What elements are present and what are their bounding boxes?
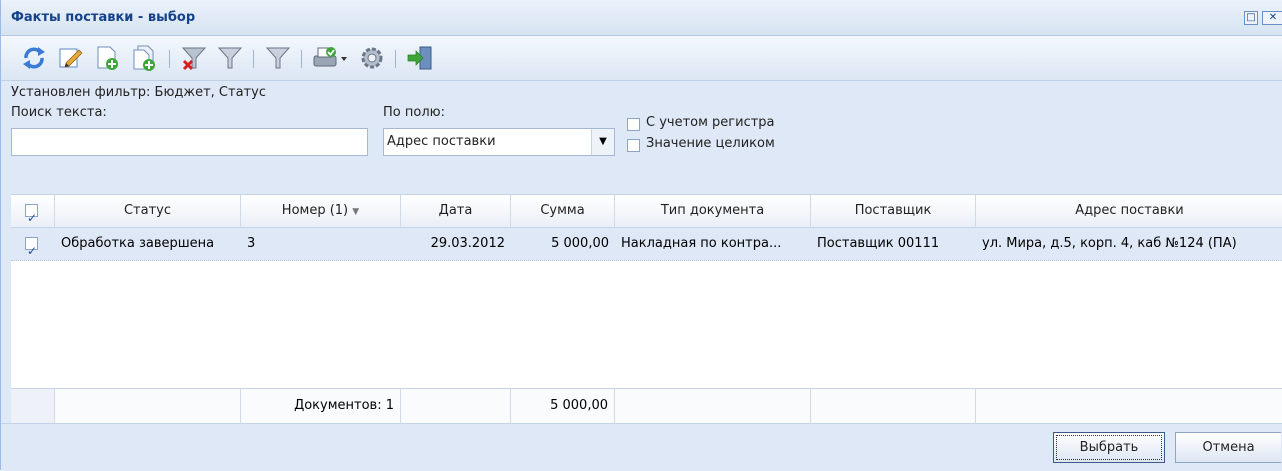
row-select-cell[interactable] <box>11 228 55 260</box>
select-all-cell[interactable] <box>11 195 55 234</box>
button-bar: Выбрать Отмена <box>1 423 1282 471</box>
column-doc-type[interactable]: Тип документа <box>615 195 811 227</box>
table-row[interactable]: Обработка завершена 3 29.03.2012 5 000,0… <box>11 228 1282 261</box>
cancel-button[interactable]: Отмена <box>1175 432 1281 463</box>
window-title: Факты поставки - выбор <box>11 10 196 25</box>
column-number[interactable]: Номер (1) ▼ <box>241 195 401 227</box>
filter-icon[interactable] <box>215 44 245 72</box>
column-status[interactable]: Статус <box>55 195 241 227</box>
cell-doc-type: Накладная по контра... <box>621 236 782 251</box>
cell-address: ул. Мира, д.5, корп. 4, каб №124 (ПА) <box>982 236 1237 251</box>
exit-icon[interactable] <box>405 44 435 72</box>
settings-icon[interactable] <box>357 44 387 72</box>
row-checkbox[interactable] <box>25 235 38 260</box>
footer-status <box>55 389 241 423</box>
cell-number: 3 <box>247 236 256 251</box>
documents-grid: Статус Номер (1) ▼ Дата Сумма Тип докуме… <box>11 194 1282 423</box>
cell-status: Обработка завершена <box>61 236 215 251</box>
copy-document-icon[interactable] <box>129 44 159 72</box>
field-select-value: Адрес поставки <box>387 134 496 149</box>
sort-desc-icon: ▼ <box>352 207 360 217</box>
search-label: Поиск текста: <box>11 105 107 120</box>
select-all-checkbox[interactable] <box>25 202 38 234</box>
case-sensitive-label: С учетом регистра <box>646 115 775 130</box>
case-sensitive-checkbox[interactable] <box>627 118 640 131</box>
title-bar[interactable]: Факты поставки - выбор □ ✕ <box>1 0 1282 36</box>
add-document-icon[interactable] <box>92 44 122 72</box>
column-supplier[interactable]: Поставщик <box>811 195 976 227</box>
grid-footer: Документов: 1 5 000,00 <box>11 388 1282 423</box>
field-label: По полю: <box>383 105 445 120</box>
maximize-icon[interactable]: □ <box>1244 11 1258 25</box>
footer-sum-total: 5 000,00 <box>511 389 615 423</box>
footer-supplier <box>811 389 976 423</box>
refresh-icon[interactable] <box>19 44 49 72</box>
select-button[interactable]: Выбрать <box>1053 432 1165 463</box>
footer-doc-type <box>615 389 811 423</box>
footer-blank <box>11 389 55 423</box>
column-date[interactable]: Дата <box>401 195 511 227</box>
whole-value-label: Значение целиком <box>646 136 775 151</box>
toolbar-separator <box>253 50 254 68</box>
cell-date: 29.03.2012 <box>430 236 505 251</box>
toolbar-separator <box>301 50 302 68</box>
print-icon[interactable] <box>311 44 349 72</box>
cell-supplier: Поставщик 00111 <box>817 236 940 251</box>
footer-address <box>976 389 1282 423</box>
clear-filter-icon[interactable] <box>179 44 209 72</box>
footer-documents-count: Документов: 1 <box>241 389 401 423</box>
filter-status-text: Установлен фильтр: Бюджет, Статус <box>11 85 266 100</box>
set-filter-icon[interactable] <box>263 44 293 72</box>
close-icon[interactable]: ✕ <box>1262 11 1282 25</box>
toolbar-separator <box>395 50 396 68</box>
field-select[interactable]: Адрес поставки ▼ <box>383 128 615 156</box>
column-number-label: Номер (1) <box>281 203 349 218</box>
cell-sum: 5 000,00 <box>551 236 609 251</box>
toolbar-separator <box>169 50 170 68</box>
footer-date <box>401 389 511 423</box>
search-input[interactable] <box>11 128 368 156</box>
column-address[interactable]: Адрес поставки <box>976 195 1282 227</box>
toolbar <box>1 36 1282 81</box>
chevron-down-icon[interactable]: ▼ <box>591 129 614 155</box>
whole-value-checkbox[interactable] <box>627 139 640 152</box>
edit-icon[interactable] <box>55 44 85 72</box>
filter-panel: Установлен фильтр: Бюджет, Статус Поиск … <box>1 81 1282 194</box>
dialog-window: Факты поставки - выбор □ ✕ Установлен фи… <box>0 0 1282 471</box>
column-sum[interactable]: Сумма <box>511 195 615 227</box>
grid-header: Статус Номер (1) ▼ Дата Сумма Тип докуме… <box>11 195 1282 234</box>
